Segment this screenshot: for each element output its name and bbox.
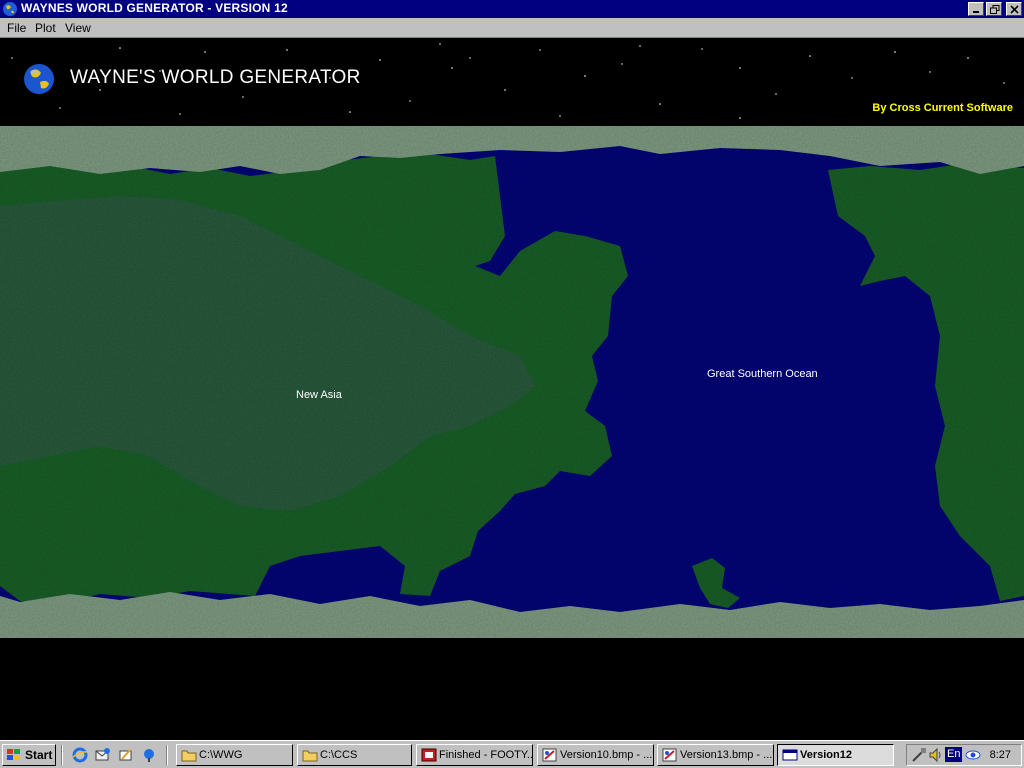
clock[interactable]: 8:27	[990, 749, 1011, 761]
taskbar-separator	[61, 745, 63, 765]
system-tray: En 8:27	[906, 744, 1022, 766]
app-heading: WAYNE'S WORLD GENERATOR	[70, 67, 361, 88]
close-icon	[1010, 5, 1019, 14]
menu-file[interactable]: File	[7, 21, 26, 35]
internet-explorer-icon[interactable]	[72, 747, 88, 763]
globe-app-icon[interactable]	[2, 1, 18, 17]
window-title: WAYNES WORLD GENERATOR - VERSION 12	[21, 1, 288, 15]
task-label: Version10.bmp - ...	[560, 749, 653, 761]
restore-icon	[990, 5, 1000, 14]
task-label: Version13.bmp - ...	[680, 749, 773, 761]
close-button[interactable]	[1006, 2, 1022, 16]
paint-icon	[542, 748, 558, 765]
task-button-version10-bmp[interactable]: Version10.bmp - ...	[537, 744, 654, 766]
world-map[interactable]: New Asia Great Southern Ocean	[0, 126, 1024, 638]
label-new-asia: New Asia	[296, 389, 342, 401]
minimize-icon	[973, 11, 979, 13]
credit-text: By Cross Current Software	[872, 102, 1013, 114]
task-label: C:\WWG	[199, 749, 243, 761]
folder-icon	[181, 748, 197, 765]
label-great-southern-ocean: Great Southern Ocean	[707, 368, 818, 380]
map-canvas	[0, 126, 1024, 638]
eye-icon[interactable]	[965, 747, 981, 768]
menu-view[interactable]: View	[65, 21, 91, 35]
app-icon	[421, 748, 437, 765]
minimize-button[interactable]	[968, 2, 984, 16]
speaker-icon[interactable]	[928, 747, 944, 768]
windows-logo-icon	[6, 748, 22, 765]
network-icon[interactable]	[911, 747, 927, 768]
menu-plot[interactable]: Plot	[35, 21, 56, 35]
paint-icon	[662, 748, 678, 765]
header-banner: WAYNE'S WORLD GENERATOR By Cross Current…	[0, 38, 1024, 126]
channels-icon[interactable]	[141, 747, 157, 763]
globe-logo-icon	[22, 62, 56, 101]
window-icon	[782, 748, 798, 765]
task-label: Finished - FOOTY...	[439, 749, 533, 761]
title-bar: WAYNES WORLD GENERATOR - VERSION 12	[0, 0, 1024, 18]
task-button-version12[interactable]: Version12	[777, 744, 894, 766]
task-label: Version12	[800, 749, 852, 761]
task-button-wwg-folder[interactable]: C:\WWG	[176, 744, 293, 766]
task-button-finished-footy[interactable]: Finished - FOOTY...	[416, 744, 533, 766]
taskbar: Start C:\WWG C:\CCS Finished - FOOTY...	[0, 740, 1024, 768]
task-button-version13-bmp[interactable]: Version13.bmp - ...	[657, 744, 774, 766]
folder-icon	[302, 748, 318, 765]
outlook-express-icon[interactable]	[95, 747, 111, 763]
task-button-ccs-folder[interactable]: C:\CCS	[297, 744, 412, 766]
restore-button[interactable]	[986, 2, 1002, 16]
taskbar-separator	[166, 745, 168, 765]
start-label: Start	[25, 748, 53, 762]
task-label: C:\CCS	[320, 749, 358, 761]
menu-bar: File Plot View	[0, 18, 1024, 38]
show-desktop-icon[interactable]	[118, 747, 134, 763]
language-indicator[interactable]: En	[945, 747, 963, 762]
start-button[interactable]: Start	[2, 744, 56, 766]
